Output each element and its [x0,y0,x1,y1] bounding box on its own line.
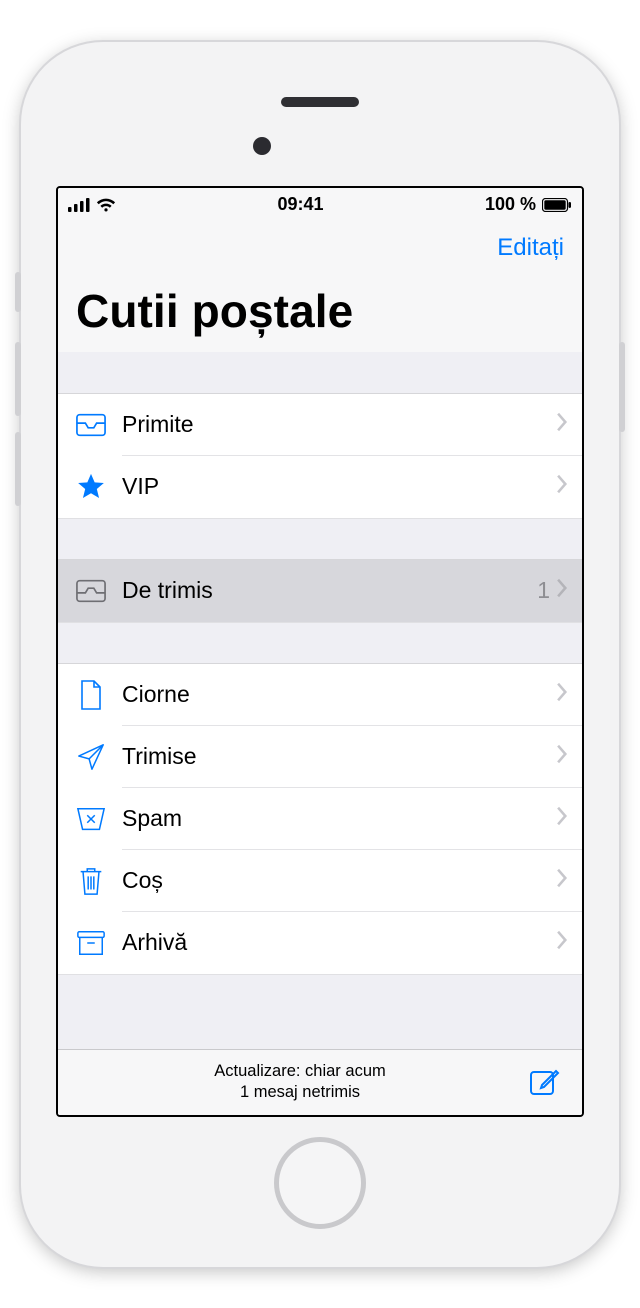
toolbar: Actualizare: chiar acum 1 mesaj netrimis [58,1049,582,1115]
chevron-right-icon [556,806,568,831]
mailbox-label: Ciorne [116,681,556,708]
status-bar: 09:41 100 % [58,188,582,222]
chevron-right-icon [556,578,568,603]
toolbar-status: Actualizare: chiar acum 1 mesaj netrimis [76,1061,524,1102]
inbox-icon [76,410,116,440]
phone-mute-switch [15,272,21,312]
mailbox-label: Spam [116,805,556,832]
mailbox-row-sent[interactable]: Trimise [58,726,582,788]
phone-power-button [619,342,625,432]
chevron-right-icon [556,412,568,437]
trash-icon [76,866,116,896]
page-title: Cutii poștale [76,284,564,338]
edit-button[interactable]: Editați [497,230,564,266]
outbox-icon [76,576,116,606]
mailbox-row-outbox[interactable]: De trimis 1 [58,560,582,622]
battery-icon [542,198,572,212]
mailbox-label: De trimis [116,577,537,604]
status-time: 09:41 [277,194,323,215]
chevron-right-icon [556,682,568,707]
mailbox-row-junk[interactable]: Spam [58,788,582,850]
list-spacer [58,518,582,560]
mailbox-label: Trimise [116,743,556,770]
archive-icon [76,928,116,958]
star-icon [76,472,116,502]
navigation-bar: Editați Cutii poștale [58,222,582,352]
compose-icon [528,1085,560,1100]
mailbox-label: Arhivă [116,929,556,956]
cellular-signal-icon [68,198,90,212]
home-button[interactable] [274,1137,366,1229]
mailbox-label: Primite [116,411,556,438]
phone-volume-up [15,342,21,416]
mailbox-row-archive[interactable]: Arhivă [58,912,582,974]
mailbox-row-drafts[interactable]: Ciorne [58,664,582,726]
phone-speaker [281,97,359,107]
list-spacer [58,974,582,1016]
wifi-icon [96,198,116,212]
battery-text: 100 % [485,194,536,215]
phone-camera [253,137,271,155]
paperplane-icon [76,742,116,772]
phone-frame: 09:41 100 % Editați Cutii poștale Primit… [21,42,619,1267]
mailbox-row-vip[interactable]: VIP [58,456,582,518]
list-spacer [58,352,582,394]
phone-volume-down [15,432,21,506]
chevron-right-icon [556,930,568,955]
list-spacer [58,622,582,664]
mailbox-row-inbox[interactable]: Primite [58,394,582,456]
mailbox-label: VIP [116,473,556,500]
mailbox-list: Primite VIP De trimis 1 [58,352,582,1049]
document-icon [76,680,116,710]
mailbox-row-trash[interactable]: Coș [58,850,582,912]
chevron-right-icon [556,744,568,769]
toolbar-line2: 1 mesaj netrimis [76,1082,524,1103]
mailbox-label: Coș [116,867,556,894]
screen: 09:41 100 % Editați Cutii poștale Primit… [56,186,584,1117]
chevron-right-icon [556,868,568,893]
compose-button[interactable] [524,1061,564,1104]
toolbar-line1: Actualizare: chiar acum [76,1061,524,1082]
junk-icon [76,804,116,834]
chevron-right-icon [556,474,568,499]
mailbox-count: 1 [537,577,550,604]
